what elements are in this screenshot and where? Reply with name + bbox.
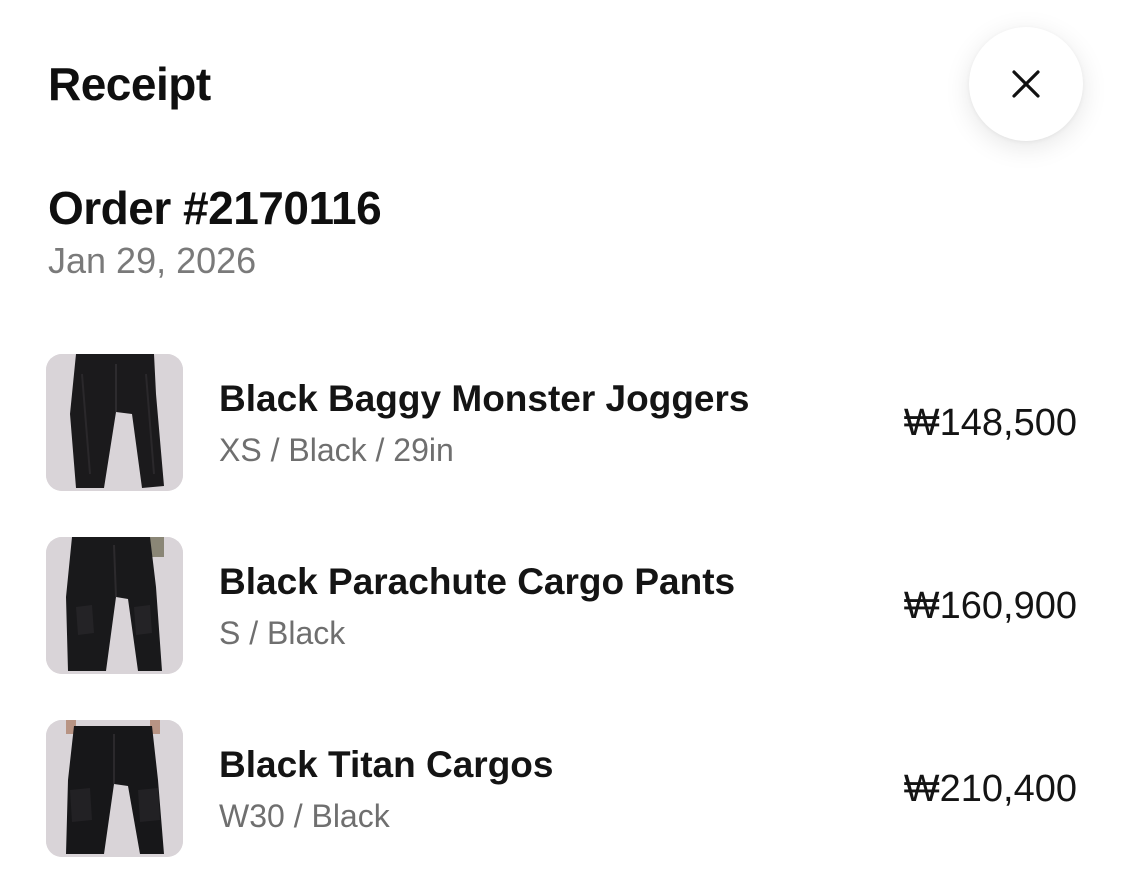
list-item[interactable]: Black Parachute Cargo Pants S / Black ₩1… — [0, 537, 1125, 675]
page-title: Receipt — [48, 58, 211, 110]
item-variant: XS / Black / 29in — [219, 432, 454, 468]
list-item[interactable]: Black Titan Cargos W30 / Black ₩210,400 — [0, 720, 1125, 858]
close-icon — [1012, 70, 1040, 98]
order-date: Jan 29, 2026 — [48, 240, 257, 281]
item-variant: S / Black — [219, 615, 346, 651]
item-price: ₩160,900 — [903, 585, 1077, 627]
item-price: ₩148,500 — [903, 402, 1077, 444]
product-image-titan-cargos — [46, 720, 183, 857]
item-name: Black Baggy Monster Joggers — [219, 378, 750, 419]
order-number: Order #2170116 — [48, 182, 382, 234]
close-button[interactable] — [969, 27, 1083, 141]
item-name: Black Parachute Cargo Pants — [219, 561, 736, 602]
item-variant: W30 / Black — [219, 798, 390, 834]
list-item[interactable]: Black Baggy Monster Joggers XS / Black /… — [0, 354, 1125, 492]
item-name: Black Titan Cargos — [219, 744, 554, 785]
product-image-joggers — [46, 354, 183, 491]
item-price: ₩210,400 — [903, 768, 1077, 810]
receipt-screen: Receipt Order #2170116 Jan 29, 2026 Blac… — [0, 0, 1125, 885]
product-image-parachute-cargo — [46, 537, 183, 674]
